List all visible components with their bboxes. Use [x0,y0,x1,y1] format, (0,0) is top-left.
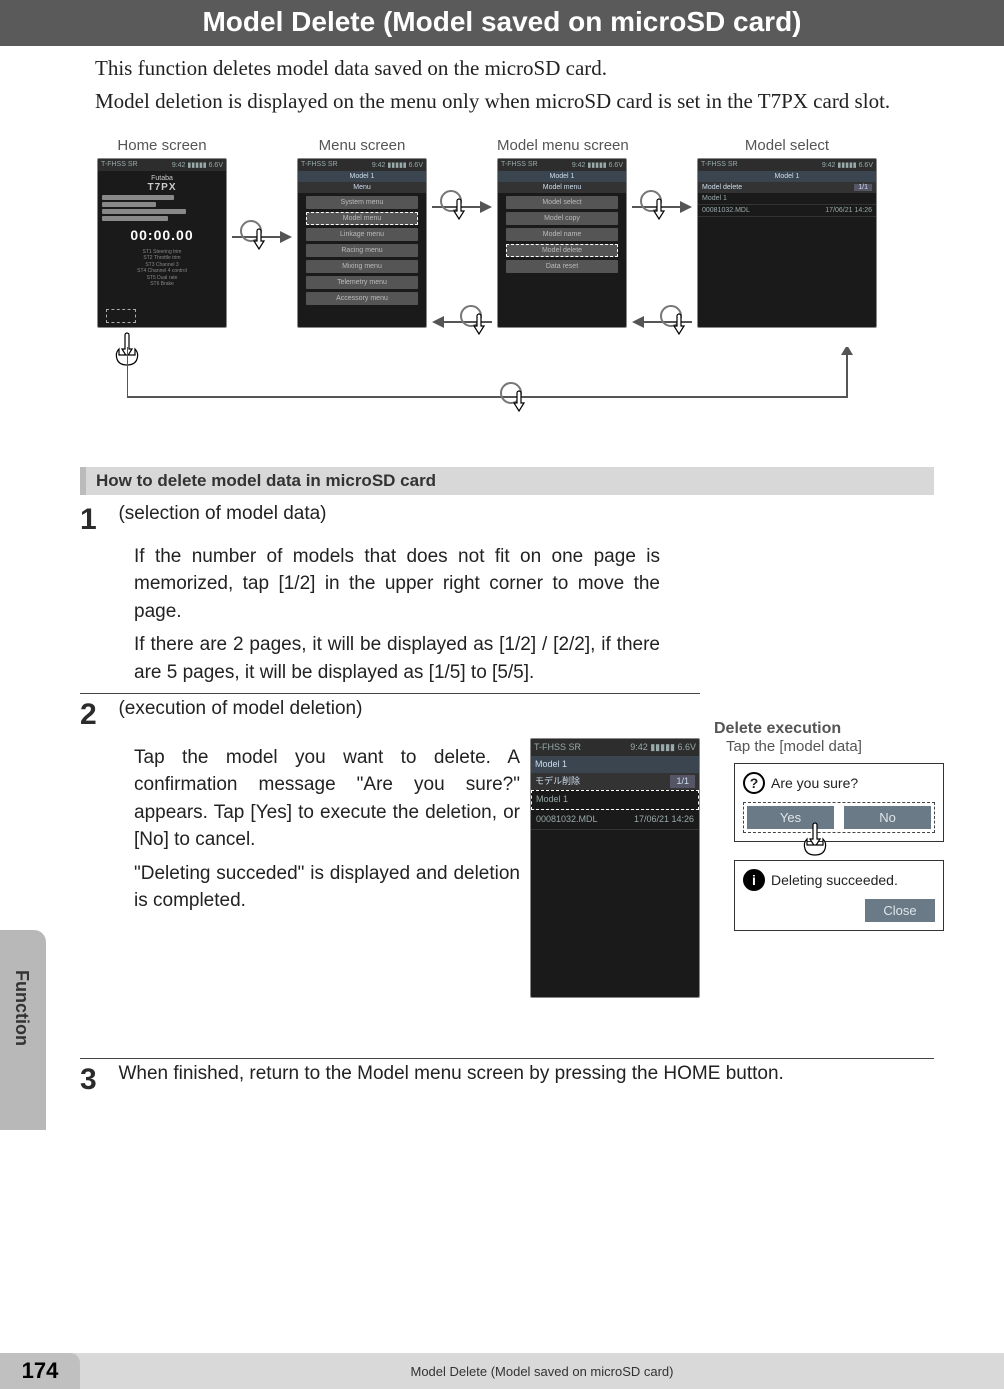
status-left: T-FHSS SR [501,161,538,169]
success-dialog: i Deleting succeeded. Close [734,860,944,931]
model-name: Model 1 [536,793,568,806]
modelselect-label: Model select [697,137,877,154]
modeldelete-title: Model delete [702,184,742,191]
side-tab: Function [0,930,46,1130]
step-2: 2 (execution of model deletion) Tap the … [80,693,700,998]
confirm-text: Are you sure? [771,775,858,791]
menu-item[interactable]: Racing menu [306,244,418,257]
model-line: Model 1 [298,171,426,182]
status-left: T-FHSS SR [301,161,338,169]
menu-item[interactable]: Data reset [506,260,618,273]
step2-p2: "Deleting succeded" is displayed and del… [134,860,520,915]
list-item[interactable]: 00081032.MDL 17/06/21 14:26 [531,810,699,830]
delete-execution-panel: Delete execution Tap the [model data] ? … [714,720,964,949]
home-brand: Futaba [102,175,222,182]
step-1: 1 (selection of model data) If the numbe… [80,499,660,687]
tap-icon [795,819,835,859]
list-item-highlight[interactable]: Model 1 [531,790,699,810]
status-right: 9:42 ▮▮▮▮▮ 6.6V [822,161,873,169]
home-timer: 00:00.00 [102,227,222,243]
modelmenu-screen-label: Model menu screen [497,137,629,154]
intro-p2: Model deletion is displayed on the menu … [95,87,934,116]
model-line: Model 1 [531,756,699,773]
nav-figure: Home screen T-FHSS SR 9:42 ▮▮▮▮▮ 6.6V Fut… [97,137,907,437]
confirm-dialog: ? Are you sure? Yes No [734,763,944,842]
tap-icon [637,187,677,227]
modelselect-screen: T-FHSS SR 9:42 ▮▮▮▮▮ 6.6V Model 1 Model d… [697,158,877,328]
menu-item-model-menu[interactable]: Model menu [306,212,418,225]
step-heading: (execution of model deletion) [118,698,362,719]
status-right: 9:42 ▮▮▮▮▮ 6.6V [172,161,223,169]
page-footer: 174 Model Delete (Model saved on microSD… [0,1353,1004,1389]
step1-p2: If there are 2 pages, it will be display… [134,631,660,686]
model-line: Model 1 [698,171,876,182]
tap-icon [497,379,537,419]
intro-p1: This function deletes model data saved o… [95,54,934,83]
step-number: 2 [80,698,114,732]
step2-p1: Tap the model you want to delete. A conf… [134,744,520,854]
no-button[interactable]: No [844,806,931,829]
menu-item-model-delete[interactable]: Model delete [506,244,618,257]
screen-title: モデル削除 [535,775,580,788]
list-item[interactable]: Model 1 [698,193,876,205]
step-number: 3 [80,1063,114,1097]
menu-item[interactable]: System menu [306,196,418,209]
menu-screen-label: Menu screen [297,137,427,154]
status-right: 9:42 ▮▮▮▮▮ 6.6V [630,741,696,754]
step-number: 1 [80,503,114,537]
page-indicator[interactable]: 1/1 [854,184,872,191]
status-right: 9:42 ▮▮▮▮▮ 6.6V [372,161,423,169]
model-line: Model 1 [498,171,626,182]
page-number: 174 [0,1353,80,1389]
side-tab-label: Function [11,970,32,1046]
menu-item[interactable]: Linkage menu [306,228,418,241]
intro-block: This function deletes model data saved o… [95,54,934,117]
info-icon: i [743,869,765,891]
menu-item[interactable]: Mixing menu [306,260,418,273]
step-3: 3 When finished, return to the Model men… [80,1058,934,1097]
model-file: 00081032.MDL [702,207,750,214]
status-left: T-FHSS SR [101,161,138,169]
success-text: Deleting succeeded. [771,872,898,888]
menu-item[interactable]: Accessory menu [306,292,418,305]
page-title-bar: Model Delete (Model saved on microSD car… [0,0,1004,46]
footer-text: Model Delete (Model saved on microSD car… [80,1364,1004,1379]
right-panel-title: Delete execution [714,720,964,738]
step1-p1: If the number of models that does not fi… [134,543,660,626]
menu-title: Menu [298,182,426,193]
tap-icon [437,187,477,227]
model-date: 17/06/21 14:26 [825,207,872,214]
status-right: 9:42 ▮▮▮▮▮ 6.6V [572,161,623,169]
page-indicator[interactable]: 1/1 [670,775,695,788]
step2-screen: T-FHSS SR 9:42 ▮▮▮▮▮ 6.6V Model 1 モデル削除 1… [530,738,700,998]
home-screen: T-FHSS SR 9:42 ▮▮▮▮▮ 6.6V Futaba T7PX 00:… [97,158,227,328]
step-heading: (selection of model data) [118,503,326,524]
status-left: T-FHSS SR [701,161,738,169]
model-date: 17/06/21 14:26 [634,813,694,826]
home-product: T7PX [102,182,222,193]
right-panel-sub: Tap the [model data] [726,738,964,755]
question-icon: ? [743,772,765,794]
model-name: Model 1 [702,195,727,202]
list-item[interactable]: 00081032.MDL 17/06/21 14:26 [698,205,876,217]
tap-icon [237,217,277,257]
close-button[interactable]: Close [865,899,935,922]
tap-icon [457,302,497,342]
step3-text: When finished, return to the Model menu … [118,1063,783,1084]
home-usermenu-highlight [106,309,136,323]
modelmenu-title: Model menu [498,182,626,193]
menu-item[interactable]: Telemetry menu [306,276,418,289]
menu-item[interactable]: Model name [506,228,618,241]
menu-screen: T-FHSS SR 9:42 ▮▮▮▮▮ 6.6V Model 1 Menu Sy… [297,158,427,328]
status-left: T-FHSS SR [534,741,581,754]
menu-item[interactable]: Model copy [506,212,618,225]
tap-icon [657,302,697,342]
menu-item[interactable]: Model select [506,196,618,209]
model-file: 00081032.MDL [536,813,598,826]
dialog-buttons: Yes No [743,802,935,833]
section-heading: How to delete model data in microSD card [80,467,934,495]
home-screen-label: Home screen [97,137,227,154]
modelmenu-screen: T-FHSS SR 9:42 ▮▮▮▮▮ 6.6V Model 1 Model m… [497,158,627,328]
